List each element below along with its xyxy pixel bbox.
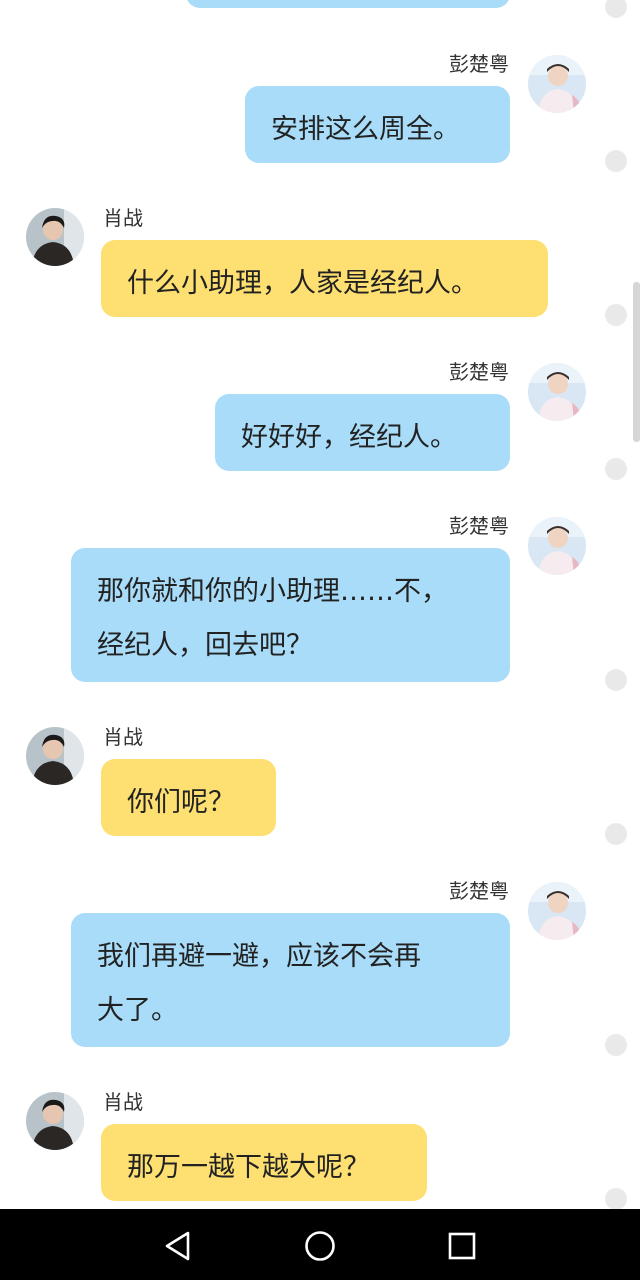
sender-name: 肖战 [103,1090,143,1114]
message-bubble-right[interactable]: 那你就和你的小助理……不， 经纪人，回去吧？ [71,548,510,682]
read-indicator-dot [605,823,627,845]
sender-name: 肖战 [103,206,143,230]
avatar[interactable] [26,1092,84,1150]
sender-name: 彭楚粤 [449,514,509,538]
avatar[interactable] [528,517,586,575]
circle-home-icon [305,1231,335,1261]
avatar[interactable] [528,55,586,113]
message-bubble-right[interactable]: 好好好，经纪人。 [215,394,510,471]
read-indicator-dot [605,0,627,18]
avatar[interactable] [528,882,586,940]
avatar[interactable] [26,727,84,785]
home-button[interactable] [303,1229,337,1263]
sender-name: 彭楚粤 [449,52,509,76]
read-indicator-dot [605,1188,627,1210]
triangle-back-icon [165,1231,190,1261]
recents-button[interactable] [445,1229,479,1263]
message-bubble-right[interactable]: 我们再避一避，应该不会再 大了。 [71,913,510,1047]
message-bubble-right[interactable] [186,0,510,8]
system-navigation-bar [0,1209,640,1280]
message-bubble-left[interactable]: 那万一越下越大呢？ [101,1124,427,1201]
read-indicator-dot [605,304,627,326]
back-button[interactable] [161,1229,195,1263]
square-recents-icon [448,1232,476,1260]
sender-name: 肖战 [103,725,143,749]
read-indicator-dot [605,1034,627,1056]
sender-name: 彭楚粤 [449,879,509,903]
scrollbar-thumb[interactable] [633,282,640,442]
chat-screen: 彭楚粤 安排这么周全。 肖战 什么小助理，人家是经纪人。 彭楚粤 好好好，经纪人… [0,0,640,1280]
message-bubble-right[interactable]: 安排这么周全。 [245,86,510,163]
read-indicator-dot [605,458,627,480]
avatar[interactable] [528,363,586,421]
sender-name: 彭楚粤 [449,360,509,384]
read-indicator-dot [605,669,627,691]
message-bubble-left[interactable]: 你们呢？ [101,759,276,836]
read-indicator-dot [605,150,627,172]
avatar[interactable] [26,208,84,266]
message-bubble-left[interactable]: 什么小助理，人家是经纪人。 [101,240,548,317]
